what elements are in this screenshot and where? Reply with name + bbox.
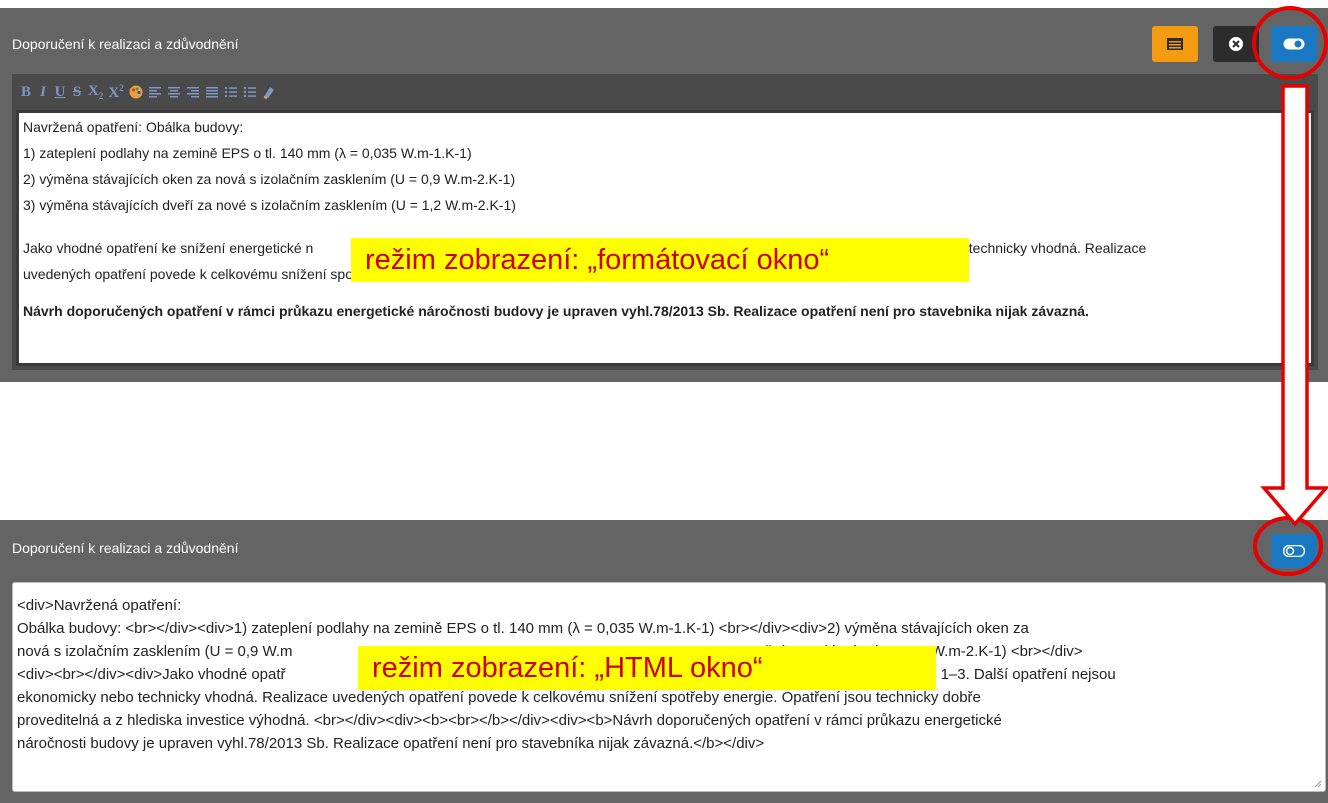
transition-arrow [1260,84,1328,527]
